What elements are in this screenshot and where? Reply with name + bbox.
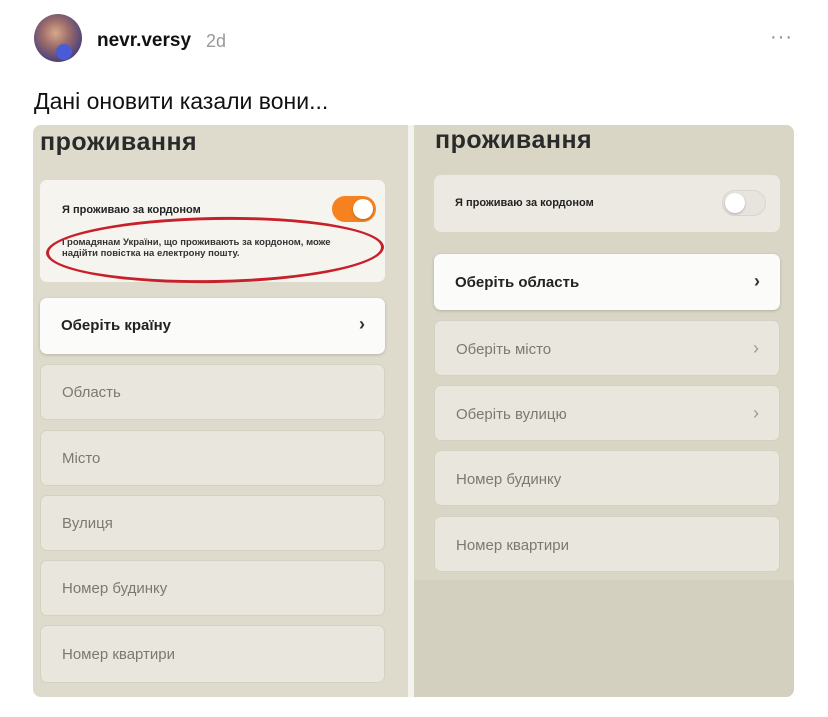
field-label: Номер квартири [62, 646, 176, 663]
apartment-number-field[interactable]: Номер квартири [434, 516, 780, 572]
toggle-label: Я проживаю за кордоном [62, 204, 201, 216]
chevron-right-icon: › [753, 403, 759, 423]
select-street-field[interactable]: Оберіть вулицю › [434, 385, 780, 441]
city-field[interactable]: Місто [40, 430, 385, 486]
select-country-field[interactable]: Оберіть країну › [40, 298, 385, 354]
field-label: Вулиця [62, 515, 113, 532]
right-screenshot: проживання Я проживаю за кордоном Оберіт… [414, 125, 794, 697]
field-label: Оберіть область [455, 274, 580, 291]
more-options-icon[interactable]: ··· [770, 26, 793, 49]
field-label: Оберіть місто [456, 341, 552, 358]
abroad-toggle-card: Я проживаю за кордоном [434, 175, 780, 232]
field-label: Оберіть країну [61, 317, 171, 334]
region-field[interactable]: Область [40, 364, 385, 420]
left-screenshot: проживання Я проживаю за кордоном Громад… [33, 125, 408, 697]
field-label: Номер квартири [456, 537, 570, 554]
field-label: Номер будинку [456, 471, 562, 488]
abroad-toggle[interactable] [332, 196, 376, 222]
field-label: Місто [62, 450, 101, 467]
section-title: проживання [435, 126, 593, 154]
chevron-right-icon: › [359, 314, 365, 334]
section-title: проживання [40, 128, 198, 156]
house-number-field[interactable]: Номер будинку [434, 450, 780, 506]
field-label: Область [62, 384, 121, 401]
username[interactable]: nevr.versy [97, 30, 191, 52]
post-image: проживання Я проживаю за кордоном Громад… [33, 125, 794, 697]
avatar[interactable] [34, 14, 82, 62]
toggle-label: Я проживаю за кордоном [455, 197, 594, 209]
apartment-number-field[interactable]: Номер квартири [40, 625, 385, 683]
select-city-field[interactable]: Оберіть місто › [434, 320, 780, 376]
street-field[interactable]: Вулиця [40, 495, 385, 551]
post-caption: Дані оновити казали вони... [34, 88, 329, 114]
post-timestamp: 2d [206, 31, 227, 51]
field-label: Оберіть вулицю [456, 406, 567, 423]
abroad-toggle[interactable] [722, 190, 766, 216]
post-header: nevr.versy 2d ··· [34, 14, 794, 64]
chevron-right-icon: › [754, 271, 760, 291]
field-label: Номер будинку [62, 580, 168, 597]
house-number-field[interactable]: Номер будинку [40, 560, 385, 616]
panel-shade [414, 580, 794, 697]
chevron-right-icon: › [753, 338, 759, 358]
select-region-field[interactable]: Оберіть область › [434, 254, 780, 310]
